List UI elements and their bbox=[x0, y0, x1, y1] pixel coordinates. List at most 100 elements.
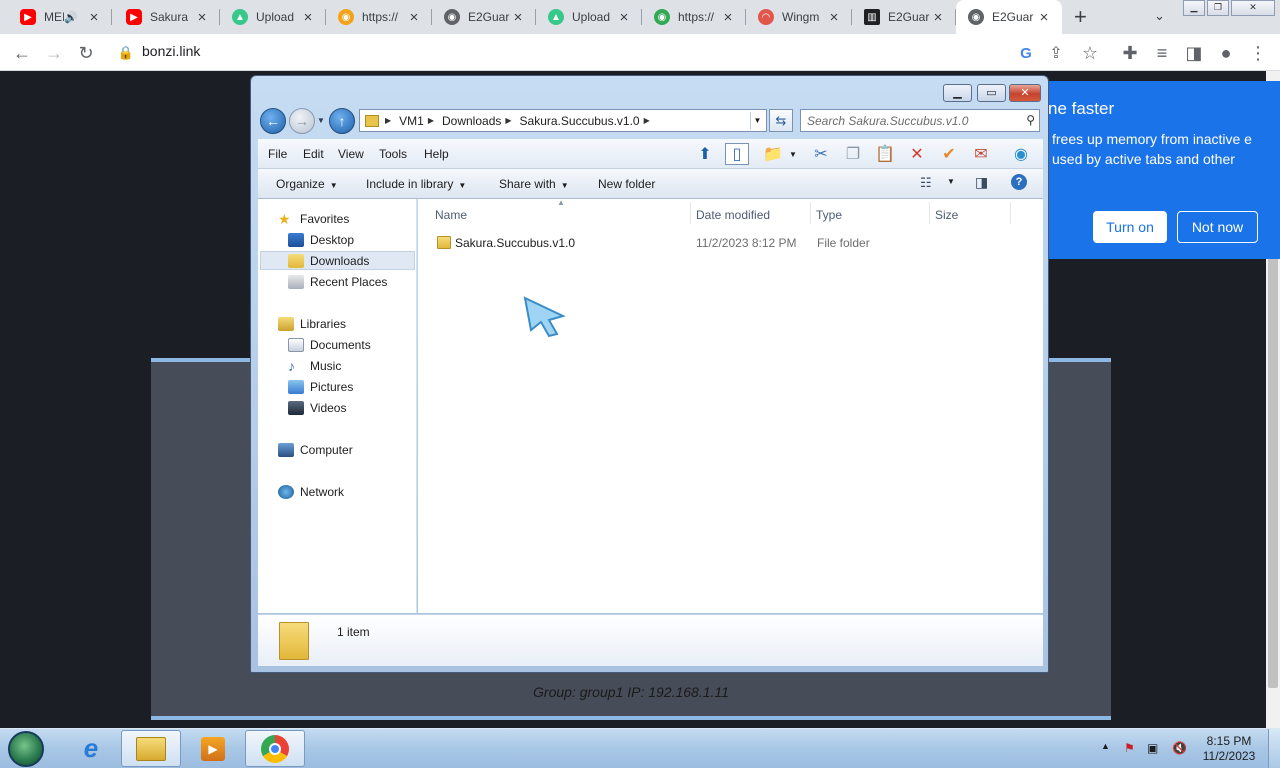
star-icon[interactable]: ☆ bbox=[1078, 41, 1102, 65]
speaker-icon[interactable]: 🔊 bbox=[64, 11, 78, 24]
globe-icon[interactable]: ◉ bbox=[1009, 143, 1033, 165]
new-folder-button[interactable]: New folder bbox=[598, 177, 655, 191]
refresh-button[interactable]: ⇆ bbox=[769, 109, 793, 132]
tab-7[interactable]: ◠ Wingm × bbox=[746, 0, 852, 34]
column-type[interactable]: Type bbox=[816, 208, 842, 222]
close-icon[interactable]: × bbox=[930, 9, 946, 26]
chrome-taskbar-button[interactable] bbox=[245, 730, 305, 767]
close-icon[interactable]: × bbox=[616, 9, 632, 26]
pane-toggle-icon[interactable]: ▯ bbox=[725, 143, 749, 165]
show-desktop-button[interactable] bbox=[1268, 729, 1280, 768]
close-icon[interactable]: × bbox=[1036, 9, 1052, 26]
tab-1[interactable]: ▶ Sakura × bbox=[114, 0, 220, 34]
google-icon[interactable]: G bbox=[1014, 41, 1038, 65]
column-size[interactable]: Size bbox=[935, 208, 958, 222]
search-input[interactable] bbox=[801, 110, 1015, 131]
lock-icon[interactable]: 🔒 bbox=[114, 41, 138, 65]
menu-tools[interactable]: Tools bbox=[379, 147, 407, 161]
nav-downloads[interactable]: Downloads bbox=[260, 251, 415, 270]
tab-8[interactable]: ▥ E2Guar × bbox=[852, 0, 956, 34]
media-icon[interactable]: ≡ bbox=[1150, 41, 1174, 65]
reload-icon[interactable]: ↻ bbox=[74, 41, 98, 65]
tab-0[interactable]: ▶ MEI 🔊 × bbox=[8, 0, 112, 34]
start-button[interactable] bbox=[8, 731, 44, 767]
side-panel-icon[interactable]: ◨ bbox=[1182, 41, 1206, 65]
forward-arrow-icon[interactable]: → bbox=[42, 41, 66, 65]
action-center-icon[interactable]: ⚑ bbox=[1124, 741, 1135, 755]
internet-explorer-taskbar-button[interactable]: e bbox=[61, 730, 121, 767]
chevron-right-icon[interactable]: ▶ bbox=[428, 116, 434, 125]
explorer-taskbar-button[interactable] bbox=[121, 730, 181, 767]
chevron-down-icon[interactable]: ⌄ bbox=[1154, 8, 1165, 24]
share-with-button[interactable]: Share with ▼ bbox=[499, 177, 569, 191]
tab-9-active[interactable]: ◉ E2Guar × bbox=[956, 0, 1062, 34]
chevron-right-icon[interactable]: ▶ bbox=[385, 116, 391, 125]
explorer-minimize-button[interactable]: ▁ bbox=[943, 84, 972, 102]
close-icon[interactable]: × bbox=[510, 9, 526, 26]
nav-network[interactable]: Network bbox=[278, 482, 344, 501]
cut-icon[interactable]: ✂ bbox=[809, 143, 833, 165]
search-box[interactable]: ⚲ bbox=[800, 109, 1040, 132]
breadcrumb-current-folder[interactable]: Sakura.Succubus.v1.0 bbox=[520, 114, 640, 128]
media-player-taskbar-button[interactable]: ▶ bbox=[183, 730, 243, 767]
more-menu-icon[interactable]: ⋮ bbox=[1246, 41, 1270, 65]
chevron-down-icon[interactable]: ▼ bbox=[781, 143, 805, 165]
breadcrumb-downloads[interactable]: Downloads bbox=[442, 114, 501, 128]
share-icon[interactable]: ⇪ bbox=[1044, 41, 1068, 65]
turn-on-button[interactable]: Turn on bbox=[1093, 211, 1167, 243]
close-icon[interactable]: × bbox=[826, 9, 842, 26]
close-window-button[interactable]: ✕ bbox=[1231, 0, 1275, 16]
close-icon[interactable]: × bbox=[406, 9, 422, 26]
forward-button[interactable]: → bbox=[289, 108, 315, 134]
up-button[interactable]: ↑ bbox=[329, 108, 355, 134]
menu-file[interactable]: File bbox=[268, 147, 287, 161]
include-in-library-button[interactable]: Include in library ▼ bbox=[366, 177, 466, 191]
nav-computer[interactable]: Computer bbox=[278, 440, 353, 459]
minimize-button[interactable]: ▁ bbox=[1183, 0, 1205, 16]
recent-pages-chevron-icon[interactable]: ▼ bbox=[317, 116, 325, 125]
back-button[interactable]: ← bbox=[260, 108, 286, 134]
not-now-button[interactable]: Not now bbox=[1177, 211, 1258, 243]
help-icon[interactable]: ? bbox=[1011, 174, 1027, 190]
delete-icon[interactable]: ✕ bbox=[905, 143, 929, 165]
menu-edit[interactable]: Edit bbox=[303, 147, 324, 161]
menu-help[interactable]: Help bbox=[424, 147, 449, 161]
system-clock[interactable]: 8:15 PM 11/2/2023 bbox=[1198, 734, 1260, 764]
nav-music[interactable]: ♪ Music bbox=[288, 356, 341, 375]
column-date-modified[interactable]: Date modified bbox=[696, 208, 770, 222]
close-icon[interactable]: × bbox=[720, 9, 736, 26]
explorer-address-bar[interactable]: ▶ VM1 ▶ Downloads ▶ Sakura.Succubus.v1.0… bbox=[359, 109, 767, 132]
view-options-icon[interactable]: ☷ bbox=[920, 175, 932, 191]
close-icon[interactable]: × bbox=[300, 9, 316, 26]
close-icon[interactable]: × bbox=[86, 9, 102, 26]
email-icon[interactable]: ✉ bbox=[969, 143, 993, 165]
close-icon[interactable]: × bbox=[194, 9, 210, 26]
menu-view[interactable]: View bbox=[338, 147, 364, 161]
nav-favorites[interactable]: ★ Favorites bbox=[278, 209, 349, 228]
chevron-down-icon[interactable]: ▼ bbox=[750, 112, 764, 129]
column-name[interactable]: Name bbox=[435, 208, 467, 222]
organize-button[interactable]: Organize ▼ bbox=[276, 177, 338, 191]
nav-videos[interactable]: Videos bbox=[288, 398, 346, 417]
nav-documents[interactable]: Documents bbox=[288, 335, 371, 354]
chevron-right-icon[interactable]: ▶ bbox=[644, 116, 650, 125]
chevron-right-icon[interactable]: ▶ bbox=[505, 116, 511, 125]
paste-icon[interactable]: 📋 bbox=[873, 143, 897, 165]
search-icon[interactable]: ⚲ bbox=[1026, 113, 1035, 127]
explorer-maximize-button[interactable]: ▭ bbox=[977, 84, 1006, 102]
volume-muted-icon[interactable]: 🔇 bbox=[1172, 741, 1187, 755]
tab-4[interactable]: ◉ E2Guar × bbox=[432, 0, 536, 34]
up-arrow-icon[interactable]: ⬆ bbox=[693, 143, 717, 165]
checkmark-icon[interactable]: ✔ bbox=[937, 143, 961, 165]
tab-2[interactable]: ▲ Upload × bbox=[220, 0, 326, 34]
nav-desktop[interactable]: Desktop bbox=[288, 230, 354, 249]
back-arrow-icon[interactable]: ← bbox=[10, 41, 34, 65]
extensions-icon[interactable]: ✚ bbox=[1118, 41, 1142, 65]
chevron-down-icon[interactable]: ▼ bbox=[947, 177, 955, 186]
network-status-icon[interactable]: ▣ bbox=[1147, 741, 1158, 755]
restore-button[interactable]: ❐ bbox=[1207, 0, 1229, 16]
new-tab-button[interactable]: + bbox=[1074, 4, 1087, 30]
address-bar-url[interactable]: bonzi.link bbox=[142, 43, 200, 59]
tab-5[interactable]: ▲ Upload × bbox=[536, 0, 642, 34]
copy-icon[interactable]: ❐ bbox=[841, 143, 865, 165]
